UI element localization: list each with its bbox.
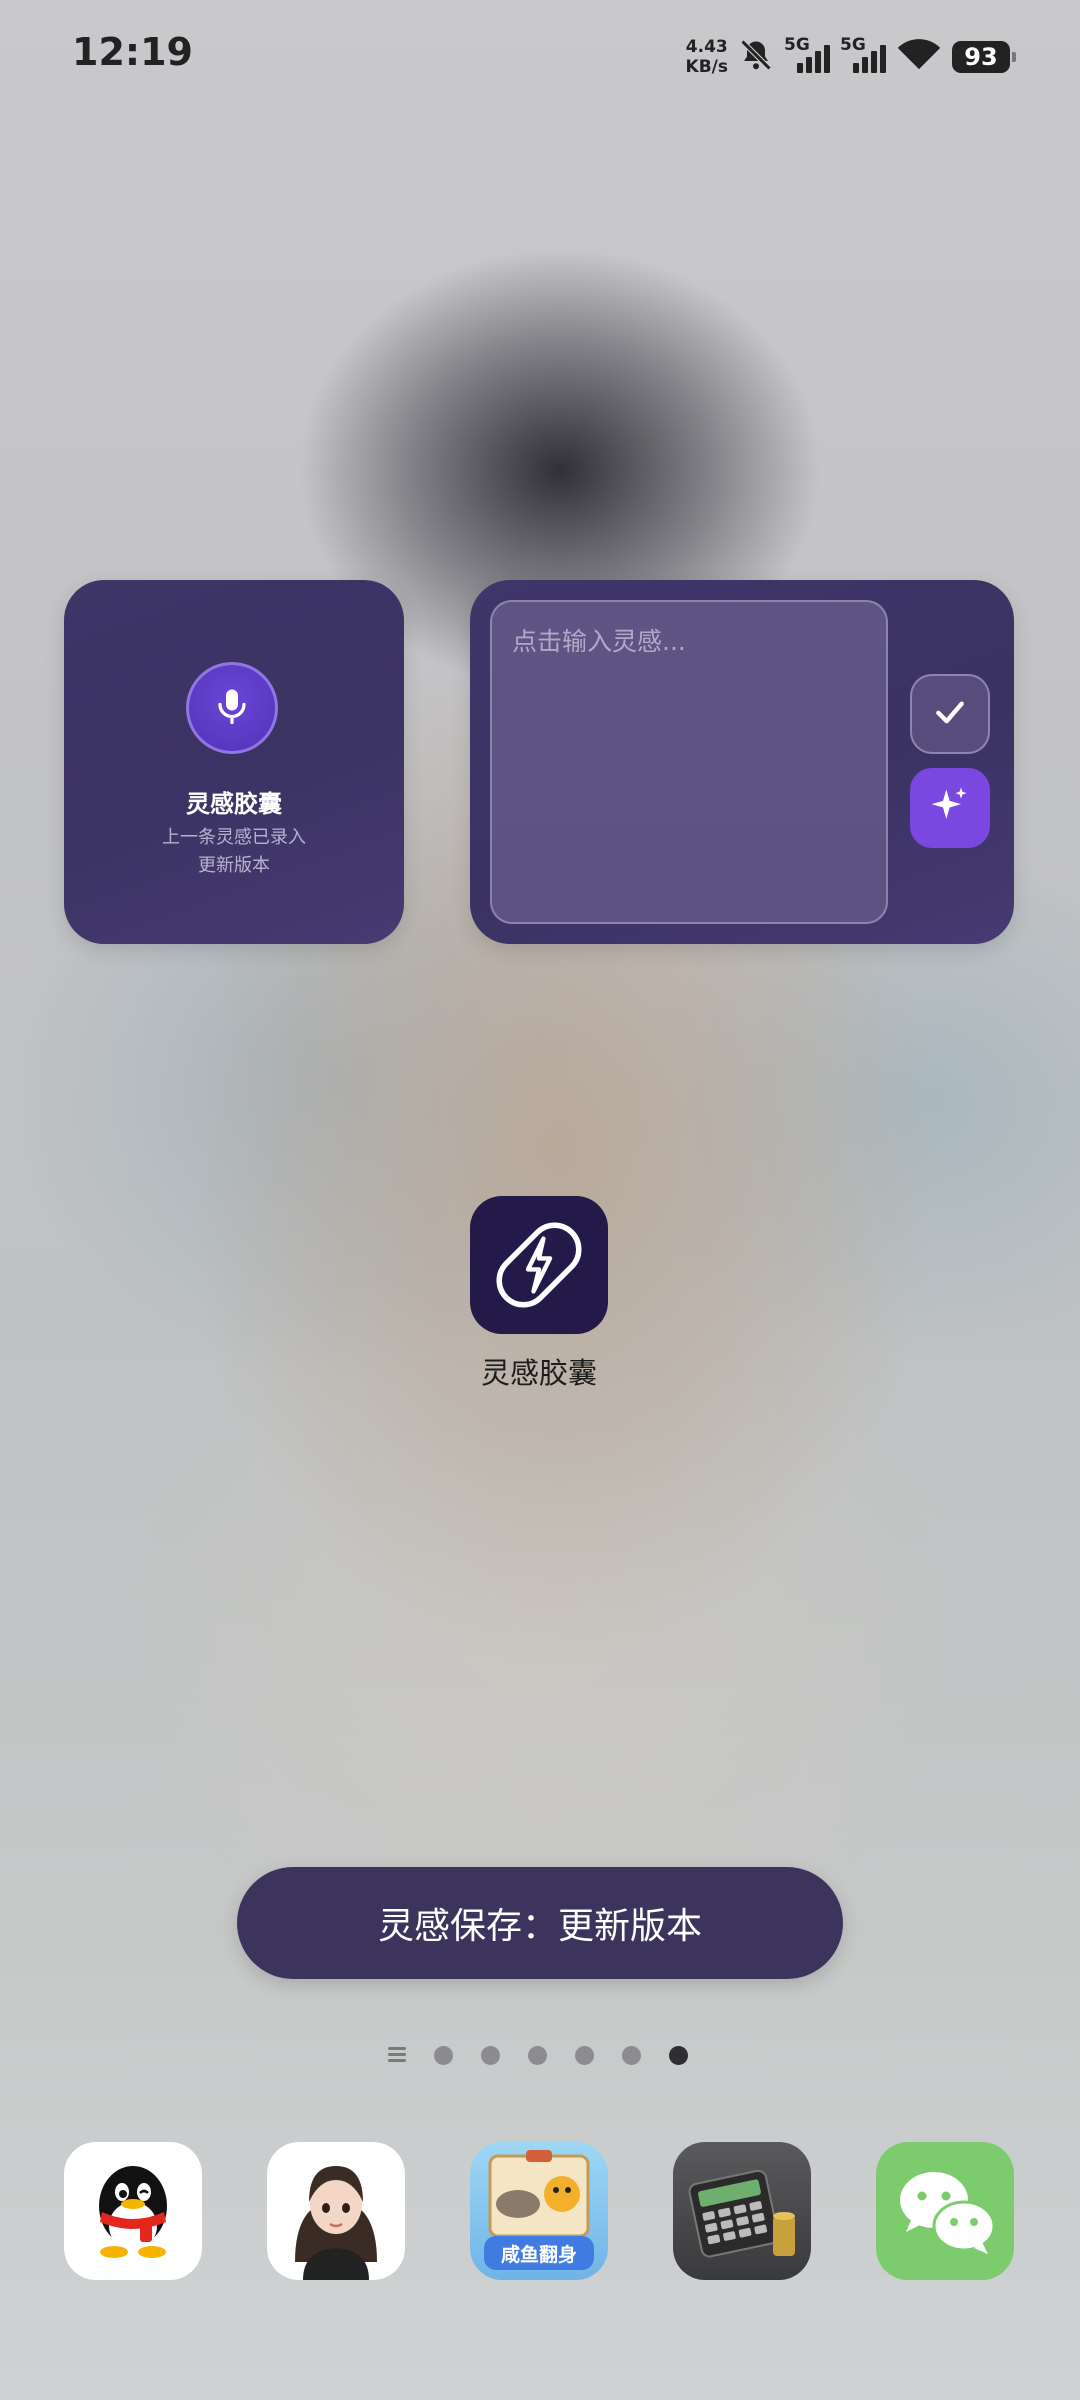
- wechat-icon[interactable]: [876, 2142, 1014, 2280]
- record-button[interactable]: [186, 662, 278, 754]
- game-icon-caption: 咸鱼翻身: [500, 2244, 577, 2266]
- status-bar: 12:19 4.43 KB/s 5G 5G 93: [0, 0, 1080, 110]
- page-dot[interactable]: [528, 2045, 547, 2065]
- page-dot[interactable]: [575, 2045, 594, 2065]
- widget-title: 灵感胶囊: [186, 790, 282, 818]
- capsule-lightning-icon[interactable]: [470, 1196, 608, 1334]
- signal-strength-icon: 5G: [840, 35, 886, 77]
- dock: 咸鱼翻身: [64, 2142, 1014, 2280]
- page-indicator[interactable]: [388, 2040, 688, 2070]
- page-dot-active[interactable]: [669, 2045, 688, 2065]
- mute-bell-icon: [738, 37, 774, 77]
- page-dot[interactable]: [434, 2045, 453, 2065]
- page-dot[interactable]: [622, 2045, 641, 2065]
- app-inspiration-capsule[interactable]: 灵感胶囊: [470, 1196, 608, 1392]
- calculator-icon[interactable]: [673, 2142, 811, 2280]
- toast-message: 灵感保存：更新版本: [237, 1867, 843, 1979]
- status-time: 12:19: [72, 30, 193, 74]
- widget-last-entry: 更新版本: [198, 855, 270, 876]
- battery-level: 93: [964, 43, 998, 71]
- inspiration-input-widget: 点击输入灵感...: [470, 580, 1014, 944]
- battery-icon: 93: [952, 41, 1016, 73]
- sparkle-icon: [928, 784, 972, 832]
- wifi-icon: [896, 37, 942, 77]
- checkmark-icon: [930, 692, 970, 736]
- widget-status-text: 上一条灵感已录入: [162, 827, 306, 848]
- network-speed: 4.43 KB/s: [686, 37, 728, 77]
- qq-icon[interactable]: [64, 2142, 202, 2280]
- toast-text: 灵感保存：更新版本: [377, 1906, 702, 1947]
- page-list-icon[interactable]: [388, 2047, 406, 2063]
- network-speed-value: 4.43: [685, 37, 728, 57]
- avatar-app-icon[interactable]: [267, 2142, 405, 2280]
- network-speed-unit: KB/s: [685, 57, 728, 77]
- confirm-button[interactable]: [910, 674, 990, 754]
- app-label: 灵感胶囊: [480, 1356, 597, 1390]
- microphone-icon: [214, 686, 250, 730]
- game-app-icon[interactable]: 咸鱼翻身: [470, 2142, 608, 2280]
- inspiration-input[interactable]: 点击输入灵感...: [490, 600, 888, 924]
- inspiration-voice-widget[interactable]: 灵感胶囊 上一条灵感已录入 更新版本: [64, 580, 404, 944]
- ai-sparkle-button[interactable]: [910, 768, 990, 848]
- page-dot[interactable]: [481, 2045, 500, 2065]
- status-icons: 4.43 KB/s 5G 5G 93: [686, 32, 1016, 82]
- input-placeholder: 点击输入灵感...: [512, 627, 686, 656]
- signal-strength-icon: 5G: [784, 35, 830, 77]
